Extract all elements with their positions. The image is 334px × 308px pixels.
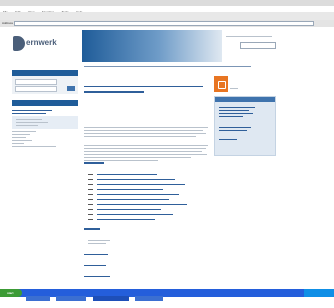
sidebar-item[interactable] — [12, 140, 32, 141]
right-box-link[interactable] — [219, 127, 251, 128]
sidebar-subitem[interactable] — [16, 125, 38, 126]
sidebar-item[interactable] — [12, 143, 24, 144]
more-link[interactable] — [88, 243, 106, 244]
page-heading — [84, 91, 144, 93]
sidebar-login-fields — [12, 76, 78, 94]
main-content — [84, 84, 208, 163]
logo-mark-icon — [13, 36, 25, 51]
right-box-link[interactable] — [219, 130, 247, 131]
login-go-button[interactable] — [67, 86, 75, 91]
promo-caption[interactable] — [230, 88, 238, 89]
taskbar-item[interactable] — [92, 296, 129, 302]
address-input[interactable] — [14, 21, 314, 26]
login-field-2[interactable] — [15, 86, 57, 92]
paragraph-1 — [84, 127, 208, 137]
list-item[interactable] — [88, 217, 198, 222]
login-field-1[interactable] — [15, 79, 57, 85]
footer-link[interactable] — [84, 276, 110, 277]
sidebar-item[interactable] — [12, 134, 30, 135]
taskbar: start — [0, 289, 334, 302]
footer-link[interactable] — [84, 265, 106, 266]
sidebar-item[interactable] — [12, 137, 26, 138]
taskbar-item[interactable] — [56, 296, 87, 302]
system-tray — [304, 289, 334, 297]
header-search-input[interactable] — [240, 42, 276, 49]
right-box-link[interactable] — [219, 110, 249, 111]
footer-link[interactable] — [84, 254, 108, 255]
sidebar-item[interactable] — [12, 113, 46, 114]
address-bar: Address — [0, 20, 334, 27]
right-box-link[interactable] — [219, 139, 237, 140]
sidebar-box-nav — [12, 100, 78, 106]
breadcrumb — [84, 64, 274, 69]
header-right — [226, 34, 276, 52]
right-box — [214, 96, 276, 156]
right-box-link[interactable] — [219, 113, 253, 114]
more-section — [84, 226, 164, 279]
header-banner — [82, 30, 222, 62]
right-box-link[interactable] — [219, 116, 243, 117]
right-box-link[interactable] — [219, 107, 255, 108]
start-button[interactable]: start — [0, 289, 22, 297]
sidebar-item[interactable] — [12, 110, 52, 111]
promo-image[interactable] — [214, 76, 228, 92]
sidebar-nav-list — [12, 108, 78, 149]
sidebar-item[interactable] — [12, 131, 36, 132]
browser-toolbar — [0, 12, 334, 25]
intro-link-line[interactable] — [84, 86, 204, 87]
address-label: Address — [2, 21, 14, 25]
site-logo[interactable]: ernwerk — [12, 32, 70, 56]
more-link[interactable] — [88, 240, 110, 241]
taskbar-item[interactable] — [26, 296, 50, 302]
sidebar-subitem[interactable] — [16, 122, 48, 123]
sidebar-subnav — [12, 116, 78, 129]
paragraph-2 — [84, 145, 208, 161]
document-list — [88, 172, 198, 222]
sidebar-item[interactable] — [12, 146, 56, 147]
sidebar-subitem[interactable] — [16, 119, 42, 120]
taskbar-item[interactable] — [135, 296, 164, 302]
logo-text: ernwerk — [26, 38, 57, 47]
section-heading — [84, 162, 104, 164]
promo-icon — [218, 81, 226, 89]
